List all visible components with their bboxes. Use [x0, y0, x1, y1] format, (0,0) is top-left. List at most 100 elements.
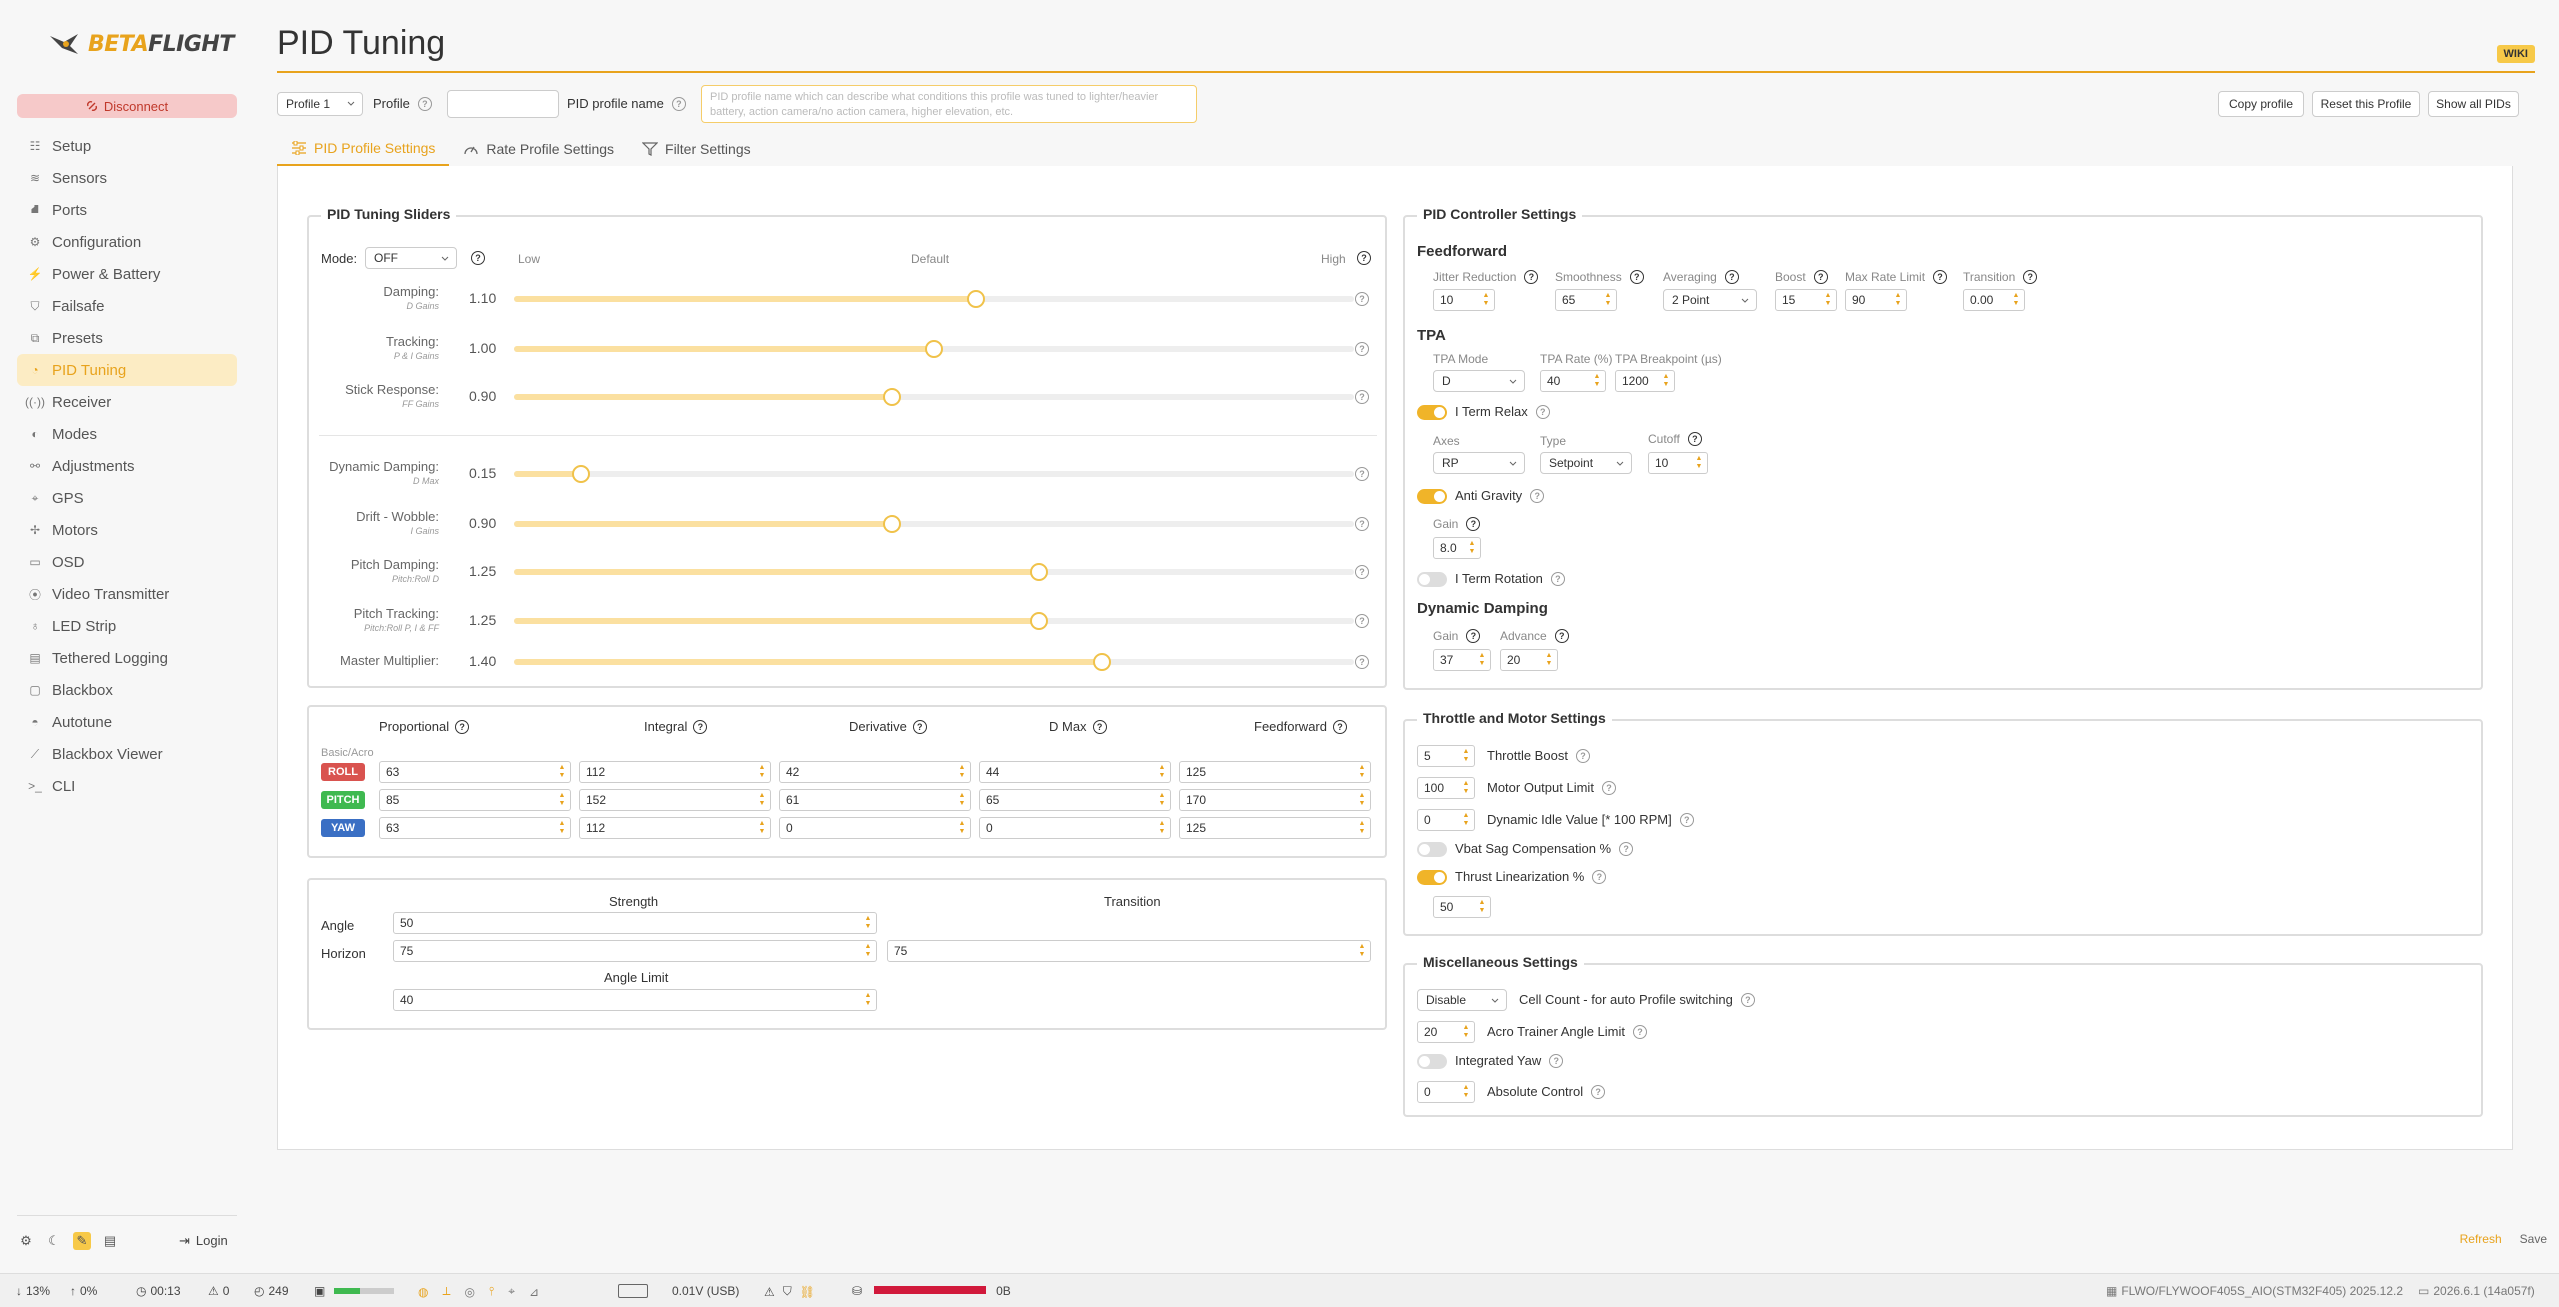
tpa-mode-select[interactable]: D [1433, 370, 1525, 392]
help-icon[interactable]: ? [471, 251, 485, 265]
help-icon[interactable]: ? [1092, 719, 1107, 734]
spinner-icon[interactable]: ▲ ▼ [864, 992, 872, 1008]
spinner-icon[interactable]: ▲ ▼ [958, 820, 966, 836]
sidebar-item-power-battery[interactable]: ⚡ Power & Battery [17, 258, 237, 290]
spinner-icon[interactable]: ▲ ▼ [1358, 764, 1366, 780]
slider-track[interactable] [514, 388, 1354, 406]
spinner-icon[interactable]: ▲ ▼ [864, 943, 872, 959]
sidebar-item-adjustments[interactable]: ⚯ Adjustments [17, 450, 237, 482]
help-icon[interactable]: ? [1740, 992, 1755, 1007]
help-icon[interactable]: ? [1355, 614, 1369, 628]
slider-thumb[interactable] [1030, 563, 1048, 581]
login-button[interactable]: ⇥ Login [179, 1233, 228, 1249]
help-icon[interactable]: ? [1933, 270, 1948, 284]
sidebar-item-cli[interactable]: >_ CLI [17, 770, 237, 802]
dd-gain-input[interactable]: 37 ▲ ▼ [1433, 649, 1491, 671]
pid-input-yaw-derivative[interactable]: 0 ▲ ▼ [779, 817, 971, 839]
sidebar-item-tethered-logging[interactable]: ▤ Tethered Logging [17, 642, 237, 674]
help-icon[interactable]: ? [2023, 270, 2038, 284]
spinner-icon[interactable]: ▲ ▼ [958, 764, 966, 780]
spinner-icon[interactable]: ▲ ▼ [758, 820, 766, 836]
spinner-icon[interactable]: ▲ ▼ [1158, 820, 1166, 836]
spinner-icon[interactable]: ▲ ▼ [1358, 943, 1366, 959]
motor-output-limit-input[interactable]: 100 ▲ ▼ [1417, 777, 1475, 799]
gear-icon[interactable]: ⚙ [17, 1232, 35, 1250]
slider-thumb[interactable] [1093, 653, 1111, 671]
spinner-icon[interactable]: ▲ ▼ [558, 820, 566, 836]
throttle-boost-input[interactable]: 5 ▲ ▼ [1417, 745, 1475, 767]
slider-track[interactable] [514, 515, 1354, 533]
spinner-icon[interactable]: ▲ ▼ [1158, 764, 1166, 780]
help-icon[interactable]: ? [1530, 488, 1545, 503]
sidebar-item-gps[interactable]: ⌖ GPS [17, 482, 237, 514]
spinner-icon[interactable]: ▲ ▼ [1662, 373, 1670, 389]
disconnect-button[interactable]: Disconnect [17, 94, 237, 118]
pid-input-yaw-d-max[interactable]: 0 ▲ ▼ [979, 817, 1171, 839]
spinner-icon[interactable]: ▲ ▼ [1545, 652, 1553, 668]
help-icon[interactable]: ? [1357, 251, 1371, 265]
sidebar-item-blackbox[interactable]: ▢ Blackbox [17, 674, 237, 706]
pid-input-pitch-d-max[interactable]: 65 ▲ ▼ [979, 789, 1171, 811]
iterm-relax-toggle[interactable] [1417, 405, 1447, 420]
wiki-button[interactable]: WIKI [2496, 45, 2535, 63]
ff-field-input[interactable]: 90 ▲ ▼ [1845, 289, 1907, 311]
pid-input-roll-proportional[interactable]: 63 ▲ ▼ [379, 761, 571, 783]
reset-profile-button[interactable]: Reset this Profile [2312, 91, 2420, 117]
pid-input-yaw-integral[interactable]: 112 ▲ ▼ [579, 817, 771, 839]
slider-track[interactable] [514, 653, 1354, 671]
angle-limit-input[interactable]: 40 ▲ ▼ [393, 989, 877, 1011]
sidebar-item-led-strip[interactable]: ♁ LED Strip [17, 610, 237, 642]
iterm-rotation-toggle[interactable] [1417, 572, 1447, 587]
spinner-icon[interactable]: ▲ ▼ [1482, 292, 1490, 308]
pid-input-roll-derivative[interactable]: 42 ▲ ▼ [779, 761, 971, 783]
spinner-icon[interactable]: ▲ ▼ [1468, 540, 1476, 556]
thrust-linearization-input[interactable]: 50 ▲ ▼ [1433, 896, 1491, 918]
ff-field-input[interactable]: 2 Point [1663, 289, 1757, 311]
help-icon[interactable]: ? [1601, 780, 1616, 795]
help-icon[interactable]: ? [1619, 841, 1634, 856]
help-icon[interactable]: ? [1633, 1024, 1648, 1039]
help-icon[interactable]: ? [417, 96, 432, 111]
dynamic-idle-input[interactable]: 0 ▲ ▼ [1417, 809, 1475, 831]
sidebar-item-autotune[interactable]: ◓ Autotune [17, 706, 237, 738]
spinner-icon[interactable]: ▲ ▼ [1358, 792, 1366, 808]
help-icon[interactable]: ? [1355, 467, 1369, 481]
ff-field-input[interactable]: 65 ▲ ▼ [1555, 289, 1617, 311]
horizon-strength-input[interactable]: 75 ▲ ▼ [393, 940, 877, 962]
spinner-icon[interactable]: ▲ ▼ [1462, 812, 1470, 828]
help-icon[interactable]: ? [455, 719, 470, 734]
slider-track[interactable] [514, 290, 1354, 308]
anti-gravity-gain-input[interactable]: 8.0 ▲ ▼ [1433, 537, 1481, 559]
refresh-button[interactable]: Refresh [2460, 1232, 2502, 1246]
help-icon[interactable]: ? [693, 719, 708, 734]
help-icon[interactable]: ? [1575, 748, 1590, 763]
help-icon[interactable]: ? [1554, 629, 1569, 643]
help-icon[interactable]: ? [1591, 1084, 1606, 1099]
tpa-breakpoint-input[interactable]: 1200 ▲ ▼ [1615, 370, 1675, 392]
acro-trainer-input[interactable]: 20 ▲ ▼ [1417, 1021, 1475, 1043]
sidebar-item-receiver[interactable]: ((·)) Receiver [17, 386, 237, 418]
pid-input-yaw-proportional[interactable]: 63 ▲ ▼ [379, 817, 571, 839]
slider-thumb[interactable] [572, 465, 591, 483]
pid-input-roll-feedforward[interactable]: 125 ▲ ▼ [1179, 761, 1371, 783]
iterm-type-select[interactable]: Setpoint [1540, 452, 1632, 474]
help-icon[interactable]: ? [1592, 869, 1607, 884]
slider-mode-select[interactable]: OFF [365, 247, 457, 269]
help-icon[interactable]: ? [1355, 292, 1369, 306]
horizon-transition-input[interactable]: 75 ▲ ▼ [887, 940, 1371, 962]
absolute-control-input[interactable]: 0 ▲ ▼ [1417, 1081, 1475, 1103]
spinner-icon[interactable]: ▲ ▼ [758, 764, 766, 780]
cutoff-input[interactable]: 10 ▲ ▼ [1648, 452, 1708, 474]
sidebar-item-presets[interactable]: ⧉ Presets [17, 322, 237, 354]
save-button[interactable]: Save [2520, 1232, 2547, 1246]
spinner-icon[interactable]: ▲ ▼ [1894, 292, 1902, 308]
sidebar-item-blackbox-viewer[interactable]: ⟋ Blackbox Viewer [17, 738, 237, 770]
help-icon[interactable]: ? [1679, 812, 1694, 827]
help-icon[interactable]: ? [1550, 571, 1565, 586]
slider-track[interactable] [514, 340, 1354, 358]
profile-description-textarea[interactable]: PID profile name which can describe what… [701, 85, 1197, 123]
pid-input-yaw-feedforward[interactable]: 125 ▲ ▼ [1179, 817, 1371, 839]
help-icon[interactable]: ? [1466, 517, 1481, 531]
thrust-linearization-toggle[interactable] [1417, 870, 1447, 885]
sidebar-item-failsafe[interactable]: ⛉ Failsafe [17, 290, 237, 322]
